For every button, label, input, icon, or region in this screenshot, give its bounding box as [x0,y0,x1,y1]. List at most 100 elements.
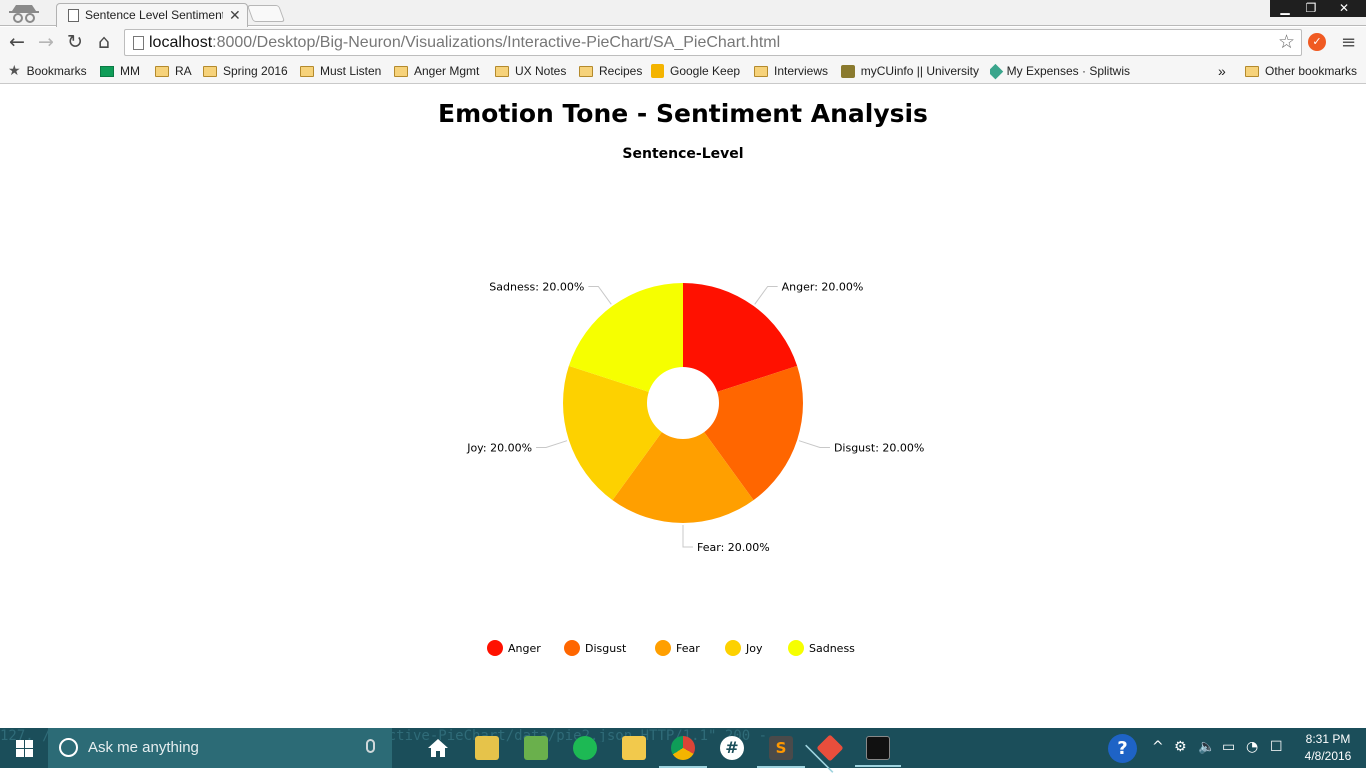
folder-icon [300,65,314,77]
app-tray-icon[interactable]: ⚙ [1174,739,1187,755]
legend-marker-joy[interactable] [725,640,741,656]
legend-label-sadness[interactable]: Sadness [809,642,855,655]
legend-marker-fear[interactable] [655,640,671,656]
slice-label-fear: Fear: 20.00% [697,541,770,554]
folder-icon [1245,65,1259,77]
slice-label-disgust: Disgust: 20.00% [834,441,924,454]
splitwise-icon [990,63,1003,79]
bookmark-spring-2016[interactable]: Spring 2016 [203,62,288,80]
page-content: Emotion Tone - Sentiment Analysis Senten… [0,85,1366,728]
legend-label-joy[interactable]: Joy [745,642,763,655]
page-info-icon [133,36,144,50]
battery-icon[interactable]: ▭ [1222,739,1235,755]
bookmark-mm[interactable]: MM [100,62,140,80]
bookmarks-overflow-button[interactable]: » [1218,62,1226,80]
notifications-icon[interactable]: ☐ [1270,739,1283,755]
bookmark-label: Anger Mgmt [414,64,480,78]
home-icon[interactable] [426,736,450,760]
tab-close-icon[interactable]: ✕ [229,7,241,24]
mycuinfo-icon [841,64,855,78]
star-icon: ★ [8,63,21,79]
keep-icon [651,64,664,78]
label-line-anger [754,286,778,305]
other-bookmarks[interactable]: Other bookmarks [1245,62,1357,80]
bookmark-label: UX Notes [515,64,567,78]
spotify-icon[interactable] [573,736,597,760]
url-host: localhost [149,34,213,51]
clock-time: 8:31 PM [1305,732,1351,746]
microphone-icon[interactable] [366,739,375,753]
bookmark-splitwise[interactable]: My Expenses · Splitwis [990,62,1130,80]
folder-icon [495,65,509,77]
bookmark-google-keep[interactable]: Google Keep [651,62,740,80]
bookmark-ra[interactable]: RA [155,62,192,80]
cortana-search-box[interactable]: Ask me anything [48,728,392,768]
legend-label-fear[interactable]: Fear [676,642,700,655]
help-icon[interactable]: ? [1108,734,1137,763]
label-line-disgust [798,440,830,448]
show-hidden-icons-icon[interactable]: ^ [1152,739,1164,755]
bookmark-label: Must Listen [320,64,382,78]
bookmark-must-listen[interactable]: Must Listen [300,62,381,80]
folder-icon [394,65,408,77]
slice-label-joy: Joy: 20.00% [466,441,532,454]
bookmark-label: Recipes [599,64,643,78]
label-line-sadness [588,286,612,305]
pie-chart: Anger: 20.00% Disgust: 20.00% Fear: 20.00%… [466,281,924,656]
bookmark-label: MM [120,64,140,78]
legend-marker-anger[interactable] [487,640,503,656]
search-placeholder: Ask me anything [88,739,199,756]
url-path: :8000/Desktop/Big-Neuron/Visualizations/… [212,34,781,51]
legend-label-anger[interactable]: Anger [508,642,541,655]
taskbar: 127. /Desktop/Big-Neuron/Visualizations/… [0,728,1366,768]
back-icon[interactable]: ← [6,31,28,53]
cortana-icon [59,738,78,757]
slice-label-anger: Anger: 20.00% [782,281,864,294]
bookmarks-bar: ★ Bookmarks MM RA Spring 2016 Must Listen… [0,58,1366,84]
chrome-icon[interactable] [659,736,707,768]
bookmark-interviews[interactable]: Interviews [754,62,828,80]
file-explorer-icon[interactable] [622,736,646,760]
slack-icon[interactable]: # [720,736,744,760]
evernote-icon[interactable] [524,736,548,760]
tab-title: Sentence Level Sentiment [85,8,223,22]
photos-icon[interactable] [475,736,499,760]
other-bookmarks-label: Other bookmarks [1265,64,1358,78]
bookmark-mycuinfo[interactable]: myCUinfo || University [841,62,979,80]
bookmark-recipes[interactable]: Recipes [579,62,642,80]
forward-icon[interactable]: → [35,31,57,53]
start-button[interactable] [0,728,48,768]
browser-toolbar: ← → ↻ ⌂ localhost:8000/Desktop/Big-Neuro… [0,27,1366,58]
bookmark-label: RA [175,64,192,78]
legend-marker-disgust[interactable] [564,640,580,656]
label-line-joy [536,440,568,448]
wifi-icon[interactable]: ◔ [1246,739,1258,755]
bookmarks-button[interactable]: ★ Bookmarks [8,62,87,80]
legend-marker-sadness[interactable] [788,640,804,656]
bookmark-label: myCUinfo || University [860,64,979,78]
folder-icon [579,65,593,77]
chrome-menu-icon[interactable]: ≡ [1341,32,1356,53]
sublime-icon[interactable]: S [757,736,805,768]
new-tab-button[interactable] [246,5,286,22]
url-text[interactable]: localhost:8000/Desktop/Big-Neuron/Visual… [149,34,780,52]
tab-sentence-level-sentiment[interactable]: Sentence Level Sentiment ✕ [56,3,248,27]
bookmark-label: My Expenses · Splitwis [1006,64,1130,78]
bookmark-anger-mgmt[interactable]: Anger Mgmt [394,62,479,80]
folder-icon [754,65,768,77]
sheet-icon [100,65,114,77]
close-window-button[interactable]: ✕ [1322,0,1366,17]
clock-date: 4/8/2016 [1304,749,1352,763]
terminal-icon[interactable] [855,736,901,767]
bookmark-ux-notes[interactable]: UX Notes [495,62,566,80]
volume-icon[interactable]: 🔈 [1198,739,1215,755]
legend-label-disgust[interactable]: Disgust [585,642,627,655]
address-bar[interactable]: localhost:8000/Desktop/Big-Neuron/Visual… [124,29,1302,56]
extension-icon[interactable]: ✓ [1308,33,1326,51]
reload-icon[interactable]: ↻ [64,31,86,53]
bookmark-label: Spring 2016 [223,64,288,78]
home-icon[interactable]: ⌂ [93,31,115,53]
clock[interactable]: 8:31 PM 4/8/2016 [1300,731,1356,765]
bookmark-star-icon[interactable]: ☆ [1278,31,1295,53]
folder-icon [203,65,217,77]
